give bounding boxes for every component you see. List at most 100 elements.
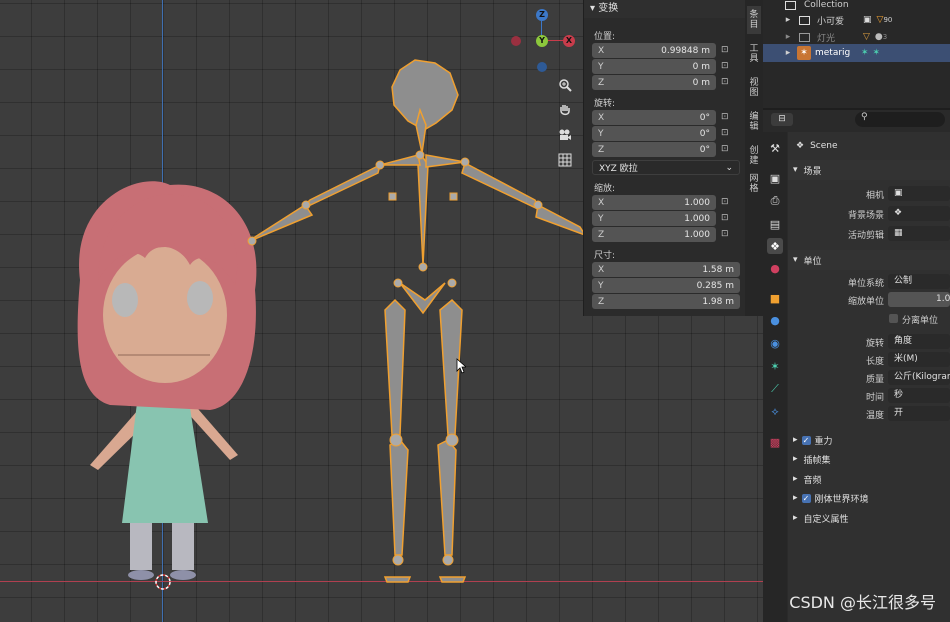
mesh-filter-icon: ▣ (863, 15, 872, 25)
scale-y-field[interactable]: Y 1.000 (592, 211, 716, 226)
3d-cursor-icon (155, 574, 171, 590)
armature-left-forearm (249, 203, 314, 242)
gizmo-neg-z-axis[interactable] (537, 62, 547, 72)
expand-arrow-icon[interactable]: ▸ (781, 48, 795, 58)
rotation-mode-dropdown[interactable]: XYZ 欧拉 ⌄ (592, 160, 740, 175)
armature-left-shoulder (379, 154, 421, 166)
properties-header: ⊟ ⚲ (763, 110, 950, 130)
rotation-x-field[interactable]: X 0° (592, 110, 716, 125)
scale-y-lock-icon[interactable]: ⊡ (721, 213, 733, 224)
gizmo-x-axis[interactable]: X (563, 35, 575, 47)
scale-z-lock-icon[interactable]: ⊡ (721, 229, 733, 240)
scale-x-lock-icon[interactable]: ⊡ (721, 197, 733, 208)
length-units-dropdown[interactable]: 米(M) (888, 352, 950, 367)
units-section-header[interactable]: ▾ 单位 (788, 250, 950, 270)
scale-x-field[interactable]: X 1.000 (592, 195, 716, 210)
zoom-icon[interactable] (554, 74, 576, 96)
expand-arrow-icon[interactable]: ▸ (781, 15, 795, 25)
keying-sets-section-header[interactable]: ▸ 插帧集 (788, 449, 950, 469)
tool-tab-icon[interactable]: ⚒ (767, 140, 783, 156)
active-clip-field[interactable]: ▦ (888, 226, 950, 241)
location-y-field[interactable]: Y0 m (592, 59, 716, 74)
mass-units-label: 质量 (865, 375, 884, 385)
gravity-section-header[interactable]: ▸ ✓ 重力 (788, 430, 950, 450)
outliner: Collection ▸ 小可爱 ▣ ▽ 90 ▸ 灯光 ▽ ● 3 ▸ ✶ m… (763, 0, 950, 110)
mass-units-dropdown[interactable]: 公斤(Kilogram (888, 370, 950, 385)
background-scene-field[interactable]: ❖ (888, 206, 950, 221)
character-model[interactable] (60, 180, 270, 590)
world-tab-icon[interactable]: ● (767, 260, 783, 276)
view-layer-tab-icon[interactable]: ▤ (767, 216, 783, 232)
rotation-units-dropdown[interactable]: 角度 (888, 334, 950, 349)
scale-z-field[interactable]: Z 1.000 (592, 227, 716, 242)
gravity-checkbox[interactable]: ✓ (801, 435, 811, 445)
scale-label: 缩放: (594, 184, 616, 194)
tab-item[interactable]: 条目 (747, 6, 761, 34)
armature-right-foot (438, 576, 467, 583)
bone-tab-icon[interactable]: ⟋ (767, 381, 783, 397)
time-units-dropdown[interactable]: 秒 (888, 388, 950, 403)
hand-icon[interactable] (554, 99, 576, 121)
unit-scale-field[interactable]: 1.0 (888, 292, 950, 307)
search-input[interactable]: ⚲ (855, 112, 945, 127)
gizmo-y-axis[interactable]: Y (536, 35, 548, 47)
rotation-z-field[interactable]: Z 0° (592, 142, 716, 157)
modifier-tab-icon[interactable]: ● (767, 312, 783, 328)
rigid-body-world-checkbox[interactable]: ✓ (801, 493, 811, 503)
outliner-row-xiaokeai[interactable]: ▸ 小可爱 ▣ ▽ 90 (763, 11, 950, 29)
collapse-arrow-icon: ▾ (590, 3, 599, 14)
camera-icon[interactable] (554, 124, 576, 146)
rotation-y-lock-icon[interactable]: ⊡ (721, 128, 733, 139)
clip-icon: ▦ (894, 228, 903, 238)
gizmo-z-axis[interactable]: Z (536, 9, 548, 21)
collection-icon (785, 0, 796, 10)
render-tab-icon[interactable]: ▣ (767, 170, 783, 186)
grid-icon[interactable] (554, 149, 576, 171)
gizmo-neg-x-axis[interactable] (511, 36, 521, 46)
location-y-lock-icon[interactable]: ⊡ (721, 61, 733, 72)
custom-properties-section-header[interactable]: ▸ 自定义属性 (788, 508, 950, 528)
scene-tab-icon[interactable]: ❖ (767, 238, 783, 254)
armature-icon: ✶ (797, 46, 811, 60)
scene-section-header[interactable]: ▾ 场景 (788, 160, 950, 180)
tab-edit[interactable]: 编辑 (747, 112, 761, 132)
expand-arrow-icon[interactable]: ▸ (781, 32, 795, 42)
dimensions-y-field[interactable]: Y 0.285 m (592, 278, 740, 293)
collapse-arrow-icon: ▾ (793, 255, 798, 265)
dimensions-z-field[interactable]: Z 1.98 m (592, 294, 740, 309)
camera-object-icon: ▣ (894, 188, 903, 198)
transform-panel-header[interactable]: ▾ 变换 (584, 0, 746, 18)
armature-metarig[interactable] (240, 55, 590, 590)
tab-create[interactable]: 创建 (747, 146, 761, 166)
tab-tool[interactable]: 工具 (747, 44, 761, 64)
rotation-y-field[interactable]: Y 0° (592, 126, 716, 141)
rigid-body-world-section-header[interactable]: ▸ ✓ 刚体世界环境 (788, 488, 950, 508)
3d-viewport[interactable]: Z Y X ▾ 变换 位置: X 0.99848 m ⊡ Y0 m ⊡ Z0 m … (0, 0, 763, 622)
location-z-field[interactable]: Z0 m (592, 75, 716, 90)
outliner-row-metarig[interactable]: ▸ ✶ metarig ✶ ✶ (763, 44, 950, 62)
rotation-z-lock-icon[interactable]: ⊡ (721, 144, 733, 155)
unit-system-dropdown[interactable]: 公制 (888, 274, 950, 289)
nav-gizmo[interactable]: Z Y X (506, 6, 578, 76)
separate-units-checkbox[interactable]: 分离单位 (889, 313, 938, 326)
object-tab-icon[interactable]: ■ (767, 290, 783, 306)
location-z-lock-icon[interactable]: ⊡ (721, 77, 733, 88)
editor-type-icon[interactable]: ⊟ (771, 113, 793, 126)
location-x-lock-icon[interactable]: ⊡ (721, 45, 733, 56)
output-tab-icon[interactable]: ⎙ (767, 193, 783, 209)
expand-arrow-icon: ▸ (793, 454, 798, 464)
texture-tab-icon[interactable]: ▩ (767, 434, 783, 450)
location-x-field[interactable]: X 0.99848 m (592, 43, 716, 58)
light-data-icon: ● (874, 32, 883, 42)
dimensions-x-field[interactable]: X 1.58 m (592, 262, 740, 277)
rotation-x-lock-icon[interactable]: ⊡ (721, 112, 733, 123)
tab-mesh[interactable]: 网格 (747, 174, 761, 194)
camera-field[interactable]: ▣ (888, 186, 950, 201)
audio-section-header[interactable]: ▸ 音频 (788, 469, 950, 489)
physics-tab-icon[interactable]: ◉ (767, 335, 783, 351)
bone-constraint-tab-icon[interactable]: ⟡ (767, 404, 783, 420)
tab-view[interactable]: 视图 (747, 78, 761, 98)
temperature-units-dropdown[interactable]: 开 (888, 406, 950, 421)
object-data-tab-icon[interactable]: ✶ (767, 358, 783, 374)
armature-right-shin (437, 439, 457, 556)
